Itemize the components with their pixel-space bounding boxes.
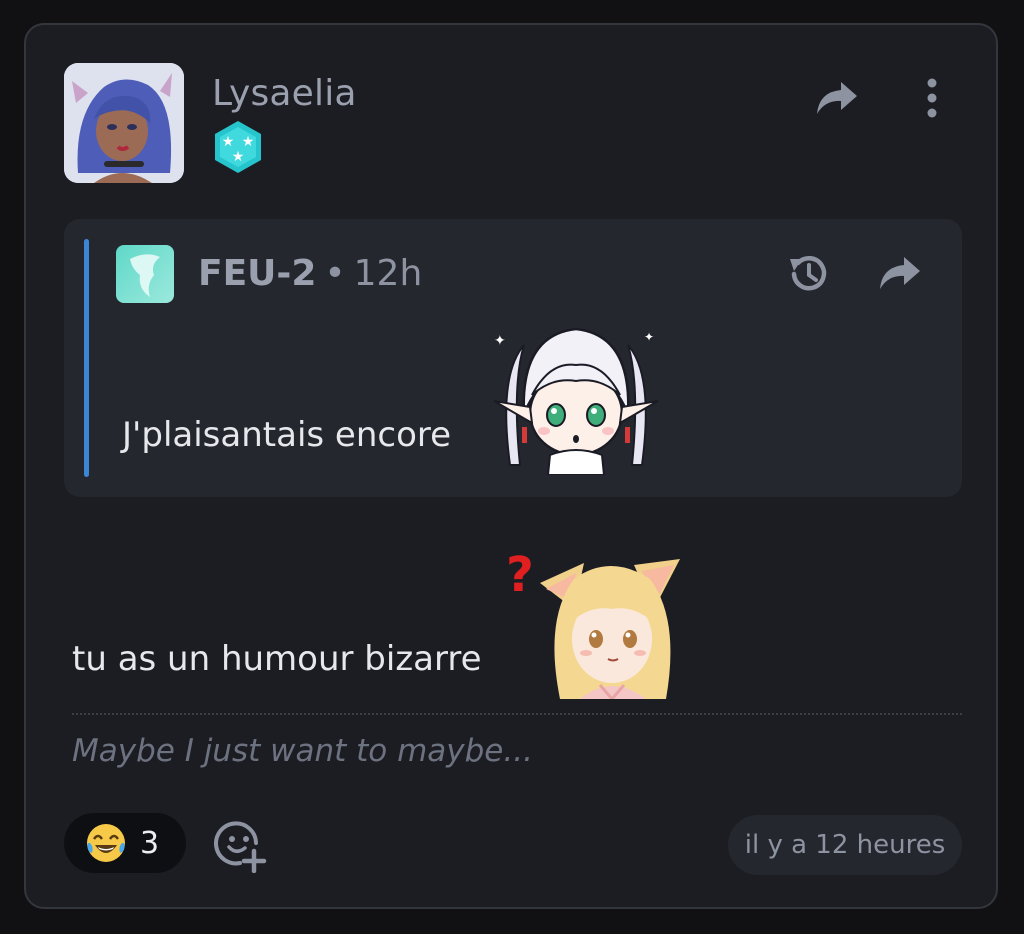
svg-text:✦: ✦ xyxy=(494,333,506,349)
reaction-laughing[interactable]: 3 xyxy=(64,813,186,873)
star-hexagon-icon: ★ ★ ★ xyxy=(212,119,264,175)
history-icon[interactable] xyxy=(784,249,834,299)
laughing-crying-emoji-icon xyxy=(87,824,125,862)
share-icon[interactable] xyxy=(812,75,862,121)
quoted-time: 12h xyxy=(353,253,423,294)
quoted-message[interactable]: FEU-2 • 12h ✦ ✦ J'plaisantais encore xyxy=(64,219,962,497)
signature-divider xyxy=(72,713,962,715)
message-card: Lysaelia ★ ★ ★ FEU-2 • 12h ✦ ✦ J'plaisan… xyxy=(24,23,998,909)
header-separator: • xyxy=(324,253,346,294)
quote-header: FEU-2 • 12h xyxy=(198,253,422,294)
anime-elf-girl-sticker: ✦ ✦ xyxy=(490,315,662,476)
fox-girl-question-sticker: ? xyxy=(504,539,694,702)
quoted-author-avatar[interactable] xyxy=(116,245,174,303)
message-text: tu as un humour bizarre xyxy=(72,639,482,679)
reaction-count: 3 xyxy=(140,825,160,861)
svg-text:?: ? xyxy=(506,547,534,603)
svg-text:★: ★ xyxy=(242,134,255,150)
timestamp: il y a 12 heures xyxy=(728,815,962,875)
quoted-author-name[interactable]: FEU-2 xyxy=(198,253,316,294)
add-reaction-icon[interactable] xyxy=(212,817,268,873)
svg-text:✦: ✦ xyxy=(644,330,654,344)
quoted-text: J'plaisantais encore xyxy=(122,415,452,455)
svg-text:★: ★ xyxy=(222,134,235,150)
svg-text:★: ★ xyxy=(232,149,245,165)
author-name[interactable]: Lysaelia xyxy=(212,73,357,114)
quote-accent-bar xyxy=(84,239,89,477)
user-signature: Maybe I just want to maybe... xyxy=(72,733,533,769)
share-icon[interactable] xyxy=(876,251,924,295)
author-avatar[interactable] xyxy=(64,63,184,183)
more-vertical-icon[interactable] xyxy=(914,73,950,123)
